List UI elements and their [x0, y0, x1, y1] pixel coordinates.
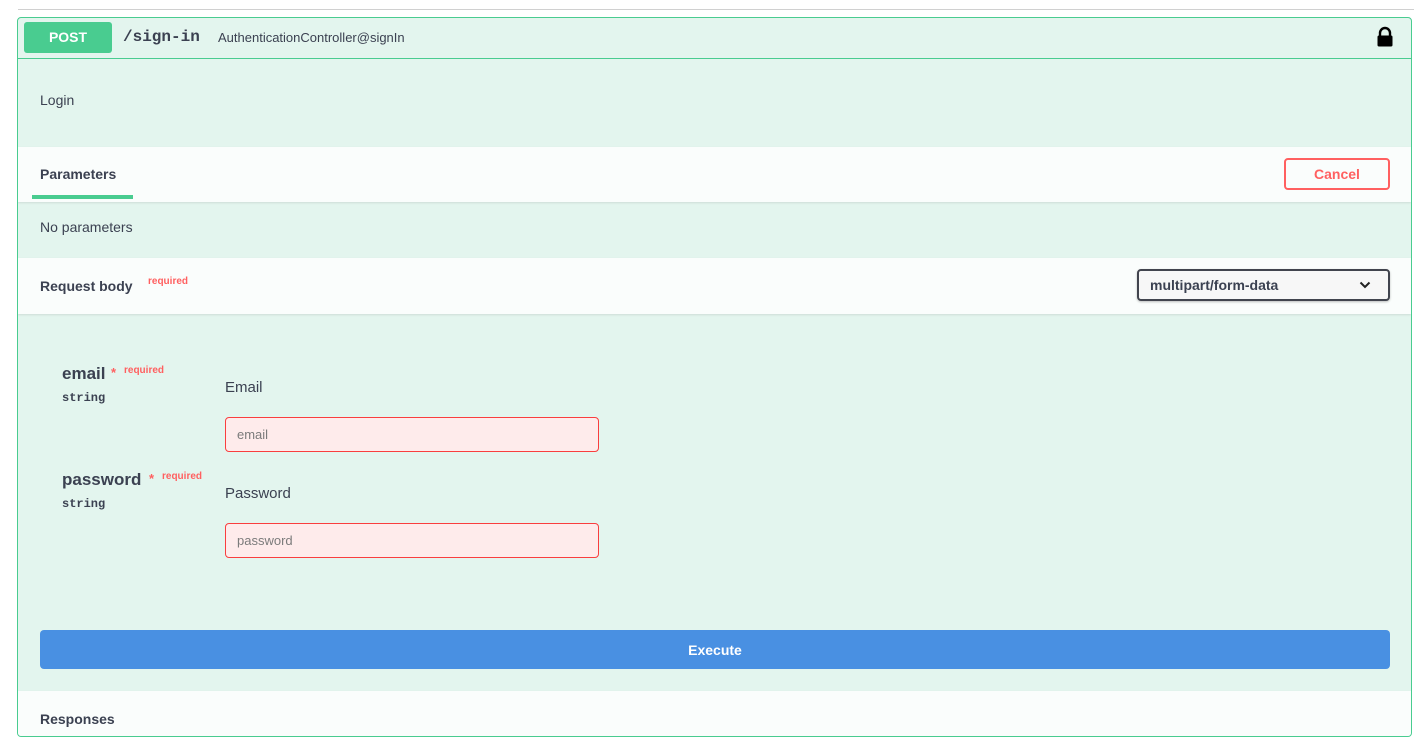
required-star: *	[149, 471, 155, 486]
content-type-value: multipart/form-data	[1150, 277, 1279, 293]
parameters-header: Parameters Cancel	[18, 147, 1411, 202]
field-name-password: password	[62, 470, 142, 489]
request-body-required-badge: required	[148, 276, 189, 287]
cancel-button[interactable]: Cancel	[1284, 158, 1390, 190]
responses-label: Responses	[40, 711, 115, 727]
tab-parameters[interactable]: Parameters	[40, 166, 116, 182]
field-required-label: required	[162, 471, 203, 482]
method-badge: POST	[24, 22, 112, 53]
content-type-select[interactable]: multipart/form-data	[1137, 269, 1390, 301]
operation-description: Login	[40, 92, 75, 108]
request-body-label: Request body	[40, 278, 133, 294]
field-required-label: required	[124, 365, 165, 376]
password-input[interactable]	[225, 523, 599, 558]
field-type-password: string	[62, 497, 106, 511]
operation-path: /sign-in	[123, 28, 200, 46]
operation-summary[interactable]: POST /sign-in AuthenticationController@s…	[18, 18, 1411, 59]
request-body-header: Request body required multipart/form-dat…	[18, 258, 1411, 314]
no-parameters-text: No parameters	[40, 219, 133, 235]
field-type-email: string	[62, 391, 106, 405]
execute-button[interactable]: Execute	[40, 630, 1390, 669]
operation-controller: AuthenticationController@signIn	[218, 30, 405, 45]
field-description-email: Email	[225, 379, 263, 396]
operation-block-post-sign-in: POST /sign-in AuthenticationController@s…	[17, 17, 1412, 737]
field-description-password: Password	[225, 485, 291, 502]
responses-header: Responses	[18, 691, 1411, 736]
field-name-email: email	[62, 364, 106, 383]
chevron-down-icon	[1359, 281, 1371, 289]
email-input[interactable]	[225, 417, 599, 452]
lock-icon[interactable]	[1374, 26, 1396, 48]
required-star: *	[111, 365, 117, 380]
tab-active-indicator	[32, 195, 133, 199]
top-divider	[18, 9, 1414, 10]
